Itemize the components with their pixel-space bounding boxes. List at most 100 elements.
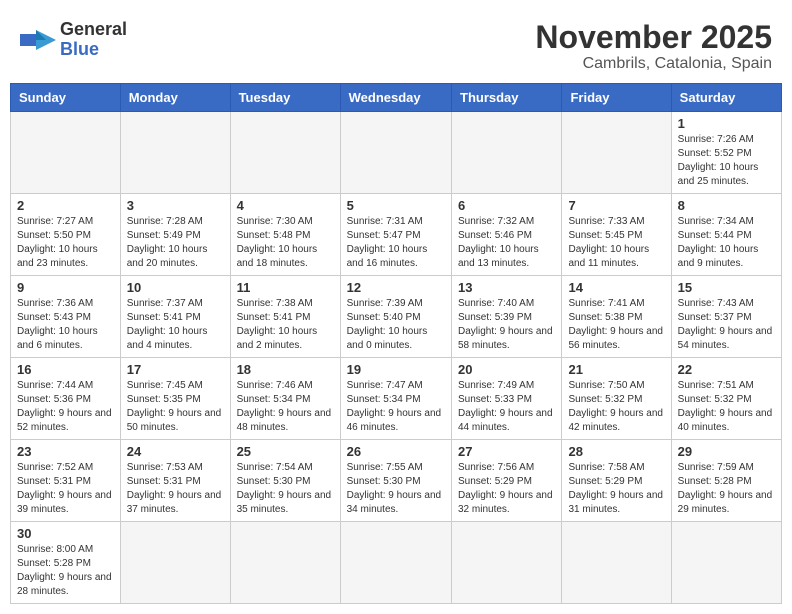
- day-info: Sunrise: 7:41 AMSunset: 5:38 PMDaylight:…: [568, 297, 664, 353]
- day-number: 11: [237, 280, 334, 295]
- calendar-cell: 12 Sunrise: 7:39 AMSunset: 5:40 PMDayligh…: [340, 276, 451, 358]
- day-info: Sunrise: 7:36 AMSunset: 5:43 PMDaylight:…: [17, 297, 114, 353]
- header: General Blue November 2025 Cambrils, Cat…: [10, 10, 782, 78]
- calendar-cell: 20Sunrise: 7:49 AMSunset: 5:33 PMDayligh…: [452, 358, 562, 440]
- calendar-cell: 22 Sunrise: 7:51 AMSunset: 5:32 PMDayligh…: [671, 358, 781, 440]
- title-area: November 2025 Cambrils, Catalonia, Spain: [535, 20, 772, 73]
- calendar-cell: 24Sunrise: 7:53 AMSunset: 5:31 PMDayligh…: [120, 440, 230, 522]
- calendar-cell: 14 Sunrise: 7:41 AMSunset: 5:38 PMDayligh…: [562, 276, 671, 358]
- calendar-cell: 15Sunrise: 7:43 AMSunset: 5:37 PMDayligh…: [671, 276, 781, 358]
- week-row-4: 23Sunrise: 7:52 AMSunset: 5:31 PMDayligh…: [11, 440, 782, 522]
- weekday-header-friday: Friday: [562, 84, 671, 112]
- day-info: Sunrise: 7:30 AMSunset: 5:48 PMDaylight:…: [237, 215, 334, 271]
- day-info: Sunrise: 7:40 AMSunset: 5:39 PMDaylight:…: [458, 297, 555, 353]
- calendar: SundayMondayTuesdayWednesdayThursdayFrid…: [10, 83, 782, 604]
- day-info: Sunrise: 7:43 AMSunset: 5:37 PMDaylight:…: [678, 297, 775, 353]
- day-info: Sunrise: 7:28 AMSunset: 5:49 PMDaylight:…: [127, 215, 224, 271]
- calendar-cell: [452, 112, 562, 194]
- day-number: 1: [678, 116, 775, 131]
- day-info: Sunrise: 7:58 AMSunset: 5:29 PMDaylight:…: [568, 461, 664, 517]
- day-info: Sunrise: 7:51 AMSunset: 5:32 PMDaylight:…: [678, 379, 775, 435]
- day-info: Sunrise: 8:00 AMSunset: 5:28 PMDaylight:…: [17, 543, 114, 599]
- calendar-cell: [230, 112, 340, 194]
- calendar-cell: 5 Sunrise: 7:31 AMSunset: 5:47 PMDaylight…: [340, 194, 451, 276]
- calendar-cell: 19Sunrise: 7:47 AMSunset: 5:34 PMDayligh…: [340, 358, 451, 440]
- logo-general: General: [60, 19, 127, 39]
- calendar-cell: 7 Sunrise: 7:33 AMSunset: 5:45 PMDaylight…: [562, 194, 671, 276]
- day-number: 18: [237, 362, 334, 377]
- day-info: Sunrise: 7:54 AMSunset: 5:30 PMDaylight:…: [237, 461, 334, 517]
- week-row-5: 30Sunrise: 8:00 AMSunset: 5:28 PMDayligh…: [11, 522, 782, 604]
- weekday-header-saturday: Saturday: [671, 84, 781, 112]
- day-number: 14: [568, 280, 664, 295]
- calendar-cell: [452, 522, 562, 604]
- calendar-cell: 10Sunrise: 7:37 AMSunset: 5:41 PMDayligh…: [120, 276, 230, 358]
- day-info: Sunrise: 7:55 AMSunset: 5:30 PMDaylight:…: [347, 461, 445, 517]
- calendar-cell: 4 Sunrise: 7:30 AMSunset: 5:48 PMDaylight…: [230, 194, 340, 276]
- day-info: Sunrise: 7:38 AMSunset: 5:41 PMDaylight:…: [237, 297, 334, 353]
- day-info: Sunrise: 7:27 AMSunset: 5:50 PMDaylight:…: [17, 215, 114, 271]
- day-info: Sunrise: 7:53 AMSunset: 5:31 PMDaylight:…: [127, 461, 224, 517]
- day-number: 23: [17, 444, 114, 459]
- day-number: 25: [237, 444, 334, 459]
- weekday-header-monday: Monday: [120, 84, 230, 112]
- day-info: Sunrise: 7:37 AMSunset: 5:41 PMDaylight:…: [127, 297, 224, 353]
- weekday-header-wednesday: Wednesday: [340, 84, 451, 112]
- calendar-cell: [340, 112, 451, 194]
- calendar-cell: 13 Sunrise: 7:40 AMSunset: 5:39 PMDayligh…: [452, 276, 562, 358]
- logo-text: General Blue: [60, 20, 127, 60]
- calendar-cell: 6Sunrise: 7:32 AMSunset: 5:46 PMDaylight…: [452, 194, 562, 276]
- calendar-cell: [230, 522, 340, 604]
- weekday-header-thursday: Thursday: [452, 84, 562, 112]
- week-row-0: 1 Sunrise: 7:26 AMSunset: 5:52 PMDaylight…: [11, 112, 782, 194]
- day-number: 4: [237, 198, 334, 213]
- day-info: Sunrise: 7:46 AMSunset: 5:34 PMDaylight:…: [237, 379, 334, 435]
- day-info: Sunrise: 7:56 AMSunset: 5:29 PMDaylight:…: [458, 461, 555, 517]
- calendar-cell: 23Sunrise: 7:52 AMSunset: 5:31 PMDayligh…: [11, 440, 121, 522]
- calendar-cell: 30Sunrise: 8:00 AMSunset: 5:28 PMDayligh…: [11, 522, 121, 604]
- day-number: 22: [678, 362, 775, 377]
- calendar-cell: 29Sunrise: 7:59 AMSunset: 5:28 PMDayligh…: [671, 440, 781, 522]
- day-info: Sunrise: 7:39 AMSunset: 5:40 PMDaylight:…: [347, 297, 445, 353]
- day-info: Sunrise: 7:33 AMSunset: 5:45 PMDaylight:…: [568, 215, 664, 271]
- logo-icon: [20, 26, 56, 54]
- calendar-cell: 28Sunrise: 7:58 AMSunset: 5:29 PMDayligh…: [562, 440, 671, 522]
- day-number: 3: [127, 198, 224, 213]
- day-number: 9: [17, 280, 114, 295]
- day-number: 26: [347, 444, 445, 459]
- week-row-3: 16Sunrise: 7:44 AMSunset: 5:36 PMDayligh…: [11, 358, 782, 440]
- day-info: Sunrise: 7:32 AMSunset: 5:46 PMDaylight:…: [458, 215, 555, 271]
- week-row-2: 9 Sunrise: 7:36 AMSunset: 5:43 PMDaylight…: [11, 276, 782, 358]
- calendar-cell: 17Sunrise: 7:45 AMSunset: 5:35 PMDayligh…: [120, 358, 230, 440]
- day-info: Sunrise: 7:31 AMSunset: 5:47 PMDaylight:…: [347, 215, 445, 271]
- day-number: 13: [458, 280, 555, 295]
- day-number: 19: [347, 362, 445, 377]
- day-number: 29: [678, 444, 775, 459]
- calendar-cell: 8Sunrise: 7:34 AMSunset: 5:44 PMDaylight…: [671, 194, 781, 276]
- weekday-header-row: SundayMondayTuesdayWednesdayThursdayFrid…: [11, 84, 782, 112]
- calendar-cell: [562, 112, 671, 194]
- day-number: 17: [127, 362, 224, 377]
- calendar-cell: 27 Sunrise: 7:56 AMSunset: 5:29 PMDayligh…: [452, 440, 562, 522]
- logo: General Blue: [20, 20, 127, 60]
- calendar-cell: [120, 112, 230, 194]
- day-number: 8: [678, 198, 775, 213]
- month-title: November 2025: [535, 20, 772, 55]
- calendar-cell: 26 Sunrise: 7:55 AMSunset: 5:30 PMDayligh…: [340, 440, 451, 522]
- day-info: Sunrise: 7:50 AMSunset: 5:32 PMDaylight:…: [568, 379, 664, 435]
- calendar-cell: 9 Sunrise: 7:36 AMSunset: 5:43 PMDaylight…: [11, 276, 121, 358]
- calendar-cell: [11, 112, 121, 194]
- day-number: 12: [347, 280, 445, 295]
- day-number: 5: [347, 198, 445, 213]
- calendar-cell: 2Sunrise: 7:27 AMSunset: 5:50 PMDaylight…: [11, 194, 121, 276]
- calendar-cell: 1 Sunrise: 7:26 AMSunset: 5:52 PMDaylight…: [671, 112, 781, 194]
- day-number: 7: [568, 198, 664, 213]
- day-info: Sunrise: 7:49 AMSunset: 5:33 PMDaylight:…: [458, 379, 555, 435]
- calendar-cell: [340, 522, 451, 604]
- day-info: Sunrise: 7:26 AMSunset: 5:52 PMDaylight:…: [678, 133, 775, 189]
- weekday-header-tuesday: Tuesday: [230, 84, 340, 112]
- day-number: 27: [458, 444, 555, 459]
- day-number: 16: [17, 362, 114, 377]
- calendar-cell: 18 Sunrise: 7:46 AMSunset: 5:34 PMDayligh…: [230, 358, 340, 440]
- calendar-cell: 3 Sunrise: 7:28 AMSunset: 5:49 PMDaylight…: [120, 194, 230, 276]
